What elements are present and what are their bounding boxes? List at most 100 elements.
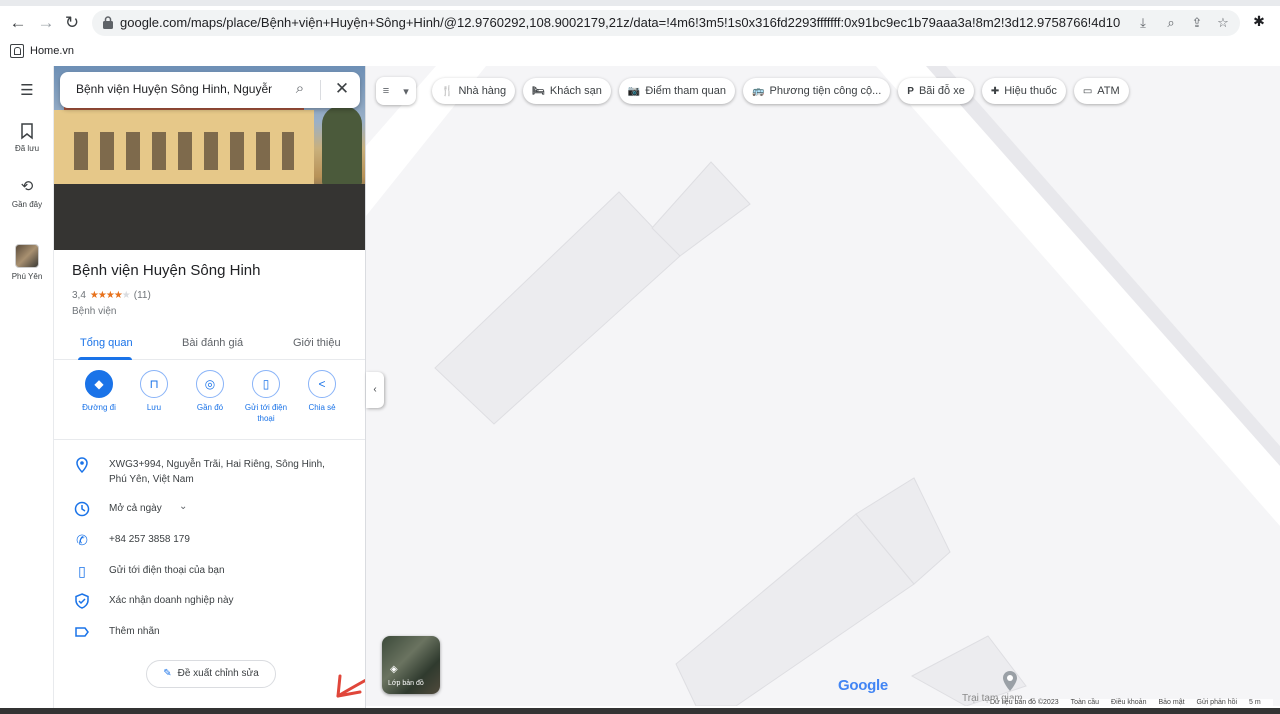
- chip-label: Nhà hàng: [458, 85, 507, 97]
- hours-text: Mở cả ngày: [109, 503, 162, 514]
- atm-icon: ▭: [1082, 85, 1093, 97]
- search-divider: [320, 80, 321, 100]
- layers-toggle[interactable]: ◈ Lớp bản đồ: [382, 636, 440, 694]
- annotation-arrow: [336, 674, 365, 698]
- rating-row[interactable]: 3,4 ★★★★★ (11): [72, 290, 151, 301]
- chip-attractions[interactable]: 📷 Điểm tham quan: [618, 78, 736, 104]
- map-graphics: [366, 66, 1280, 706]
- screen-bottom-edge: [0, 708, 1280, 714]
- photo-tree: [322, 106, 362, 186]
- poi-pin-icon[interactable]: [1001, 670, 1019, 692]
- send-to-phone-button[interactable]: ▯ Gửi tới điện thoại: [238, 370, 294, 424]
- star-rating: ★★★★★: [89, 290, 131, 301]
- chip-atm[interactable]: ▭ ATM: [1073, 78, 1129, 104]
- rail-item-phu-yen[interactable]: Phú Yên: [0, 244, 54, 281]
- map-layers-dropdown[interactable]: ≡ ▾: [376, 77, 416, 105]
- lock-icon[interactable]: [102, 16, 114, 29]
- menu-button[interactable]: ☰: [0, 82, 54, 104]
- place-tabs: Tổng quan Bài đánh giá Giới thiệu: [54, 334, 365, 360]
- tab-about[interactable]: Giới thiệu: [293, 337, 341, 349]
- forward-icon[interactable]: →: [36, 13, 56, 33]
- action-row: ◆ Đường đi ⊓ Lưu ◎ Gần đó ▯ Gửi tới điện…: [54, 370, 365, 440]
- search-input[interactable]: [76, 82, 272, 96]
- chip-pharmacy[interactable]: ✚ Hiệu thuốc: [981, 78, 1066, 104]
- location-pin-icon: [76, 457, 88, 473]
- category-chips: ≡ ▾ 🍴 Nhà hàng 🛏 Khách sạn 📷 Điểm tham quan …: [376, 77, 1137, 105]
- chip-label: Hiệu thuốc: [1004, 85, 1057, 97]
- rail-label-recent: Gần đây: [11, 200, 43, 209]
- home-favicon-icon: [10, 44, 24, 58]
- place-panel: ⌕ ✕ Bệnh viện Huyện Sông Hinh 3,4 ★★★★★ …: [54, 66, 366, 714]
- share-icon[interactable]: ⇪: [1188, 14, 1206, 32]
- transit-icon: 🚌: [752, 85, 765, 97]
- chip-hotels[interactable]: 🛏 Khách sạn: [523, 78, 611, 104]
- directions-button[interactable]: ◆ Đường đi: [71, 370, 127, 413]
- address-bar[interactable]: google.com/maps/place/Bệnh+viện+Huyện+Sô…: [92, 10, 1240, 36]
- url-text[interactable]: google.com/maps/place/Bệnh+viện+Huyện+Sô…: [120, 15, 1120, 30]
- suggest-edit-button[interactable]: ✎ Đề xuất chỉnh sửa: [146, 660, 276, 688]
- bookmark-icon: ⊓: [140, 370, 168, 398]
- verified-shield-icon: [75, 593, 89, 609]
- send-to-phone-label: Gửi tới điện thoại: [244, 403, 288, 423]
- building-2: [651, 161, 751, 257]
- rating-value: 3,4: [72, 290, 86, 301]
- layers-stack-icon: ≡: [382, 85, 390, 97]
- back-icon[interactable]: ←: [8, 13, 28, 33]
- restaurant-icon: 🍴: [441, 85, 454, 97]
- place-category[interactable]: Bệnh viện: [72, 306, 116, 317]
- chip-parking[interactable]: P Bãi đỗ xe: [898, 78, 974, 104]
- history-icon: ⟲: [20, 178, 34, 195]
- collapse-panel-button[interactable]: ‹: [366, 372, 384, 408]
- share-icon: <: [308, 370, 336, 398]
- search-icon[interactable]: ⌕: [290, 80, 310, 100]
- layers-icon: ◈: [390, 664, 398, 675]
- send-to-phone-icon: ▯: [252, 370, 280, 398]
- rail-item-saved[interactable]: Đã lưu: [0, 122, 54, 153]
- map-canvas[interactable]: [366, 66, 1280, 706]
- bookmark-home[interactable]: Home.vn: [10, 42, 74, 60]
- chevron-down-icon: ▾: [403, 85, 409, 98]
- install-icon[interactable]: ⤓: [1134, 14, 1152, 32]
- nearby-icon: ◎: [196, 370, 224, 398]
- chip-label: Bãi đỗ xe: [918, 85, 965, 97]
- browser-toolbar: ← → ↻ google.com/maps/place/Bệnh+viện+Hu…: [0, 0, 1280, 66]
- add-label-text: Thêm nhãn: [109, 626, 160, 637]
- rail-label-phu-yen: Phú Yên: [11, 272, 43, 281]
- share-button[interactable]: < Chia sẻ: [294, 370, 350, 413]
- chip-transit[interactable]: 🚌 Phương tiện công cộ...: [743, 78, 891, 104]
- tab-overview[interactable]: Tổng quan: [80, 337, 133, 349]
- rail-item-recent[interactable]: ⟲ Gần đây: [0, 178, 54, 209]
- chip-label: ATM: [1097, 85, 1120, 97]
- save-label: Lưu: [146, 403, 162, 412]
- rating-count[interactable]: (11): [134, 290, 151, 301]
- claim-business-text: Xác nhận doanh nghiệp này: [109, 595, 234, 606]
- send-to-phone-text: Gửi tới điện thoại của bạn: [109, 565, 225, 576]
- suggest-edit-label: Đề xuất chỉnh sửa: [177, 668, 259, 679]
- building-1: [434, 191, 681, 425]
- layers-label: Lớp bản đồ: [388, 680, 424, 687]
- extensions-icon[interactable]: ✱: [1250, 13, 1268, 31]
- close-icon[interactable]: ✕: [332, 79, 352, 99]
- google-logo-text: Google: [838, 677, 888, 694]
- phone-icon: ✆: [76, 532, 88, 548]
- hotel-icon: 🛏: [532, 85, 545, 97]
- label-icon: [75, 627, 89, 637]
- clock-icon: [74, 501, 90, 517]
- tab-reviews[interactable]: Bài đánh giá: [182, 337, 243, 349]
- chip-restaurants[interactable]: 🍴 Nhà hàng: [432, 78, 516, 104]
- pencil-icon: ✎: [163, 668, 172, 679]
- chip-label: Phương tiện công cộ...: [769, 85, 882, 97]
- directions-icon: ◆: [85, 370, 113, 398]
- rail-label-saved: Đã lưu: [14, 144, 40, 153]
- nearby-label: Gần đó: [196, 403, 224, 412]
- star-icon[interactable]: ☆: [1214, 14, 1232, 32]
- parking-icon: P: [907, 85, 914, 97]
- photo-windows: [74, 132, 294, 170]
- reload-icon[interactable]: ↻: [62, 13, 82, 33]
- save-button[interactable]: ⊓ Lưu: [126, 370, 182, 413]
- tab-strip: [0, 0, 1280, 6]
- chevron-down-icon[interactable]: ⌄: [179, 501, 187, 512]
- place-title: Bệnh viện Huyện Sông Hinh: [72, 262, 261, 279]
- zoom-icon[interactable]: ⌕: [1162, 14, 1180, 32]
- nearby-button[interactable]: ◎ Gần đó: [182, 370, 238, 413]
